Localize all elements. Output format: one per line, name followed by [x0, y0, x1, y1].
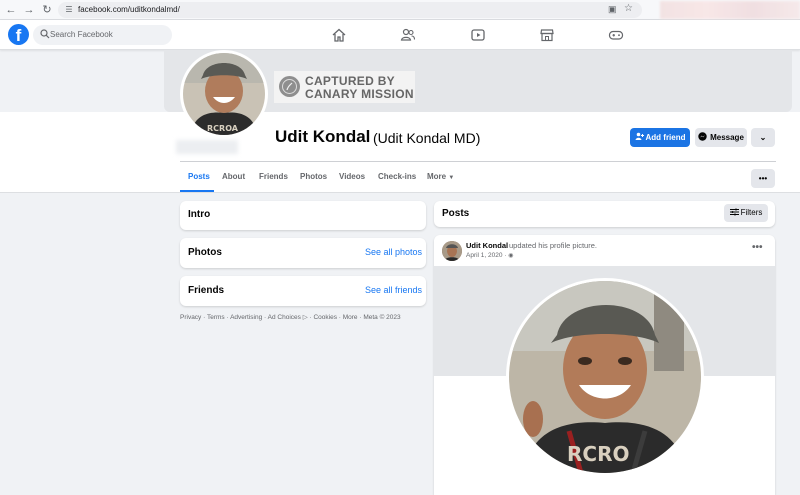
- search-input[interactable]: Search Facebook: [33, 25, 172, 45]
- post-author-name[interactable]: Udit Kondal: [466, 241, 508, 251]
- see-all-friends-link[interactable]: See all friends: [365, 284, 422, 296]
- filters-icon: [729, 208, 739, 216]
- gaming-icon[interactable]: [608, 27, 624, 43]
- friends-icon[interactable]: [400, 27, 416, 43]
- svg-text:RCROA: RCROA: [207, 124, 239, 133]
- facebook-top-nav: f Search Facebook: [0, 20, 800, 50]
- active-tab-indicator: [180, 190, 214, 192]
- tab-photos[interactable]: Photos: [300, 169, 327, 185]
- posts-title: Posts: [442, 208, 470, 219]
- intro-title: Intro: [188, 209, 211, 220]
- messenger-icon: [698, 132, 707, 141]
- marketplace-icon[interactable]: [539, 27, 555, 43]
- watermark-line-2: CANARY MISSION: [305, 87, 414, 101]
- profile-name: Udit Kondal: [275, 127, 371, 146]
- post-options-icon[interactable]: •••: [752, 243, 763, 253]
- watch-video-icon[interactable]: [470, 27, 486, 43]
- filters-label: Filters: [740, 208, 763, 217]
- back-icon[interactable]: ←: [4, 3, 18, 17]
- tab-about[interactable]: About: [222, 169, 245, 185]
- search-icon: [40, 29, 50, 39]
- search-placeholder: Search Facebook: [50, 30, 113, 39]
- tab-more[interactable]: More ▼: [427, 169, 454, 186]
- post-profile-picture[interactable]: RCRO: [506, 278, 704, 476]
- forward-icon[interactable]: →: [22, 3, 36, 17]
- blurred-extension-area: [660, 1, 800, 19]
- header-divider: [180, 161, 776, 162]
- reload-icon[interactable]: ↻: [40, 3, 54, 17]
- see-all-photos-link[interactable]: See all photos: [365, 246, 422, 258]
- post-date-text: April 1, 2020 ·: [466, 252, 509, 259]
- more-dots-icon: •••: [758, 174, 768, 183]
- bookmark-star-icon[interactable]: ☆: [624, 3, 634, 14]
- url-text[interactable]: facebook.com/uditkondalmd/: [78, 4, 180, 16]
- add-person-icon: [635, 132, 644, 140]
- tab-overflow-button[interactable]: •••: [751, 169, 775, 188]
- message-button[interactable]: Message: [695, 128, 747, 147]
- intro-card: Intro: [180, 201, 426, 230]
- tab-checkins[interactable]: Check-ins: [378, 169, 416, 185]
- post-author-avatar[interactable]: [442, 241, 462, 261]
- tab-videos[interactable]: Videos: [339, 169, 365, 185]
- caret-down-icon: ▼: [448, 175, 455, 181]
- profile-alternate-name: (Udit Kondal MD): [373, 130, 481, 146]
- photos-card: Photos See all photos: [180, 238, 426, 268]
- add-friend-label: Add friend: [645, 133, 686, 142]
- footer-links[interactable]: Privacy · Terms · Advertising · Ad Choic…: [180, 313, 401, 322]
- watermark-stamp: CAPTURED BY CANARY MISSION: [274, 71, 415, 103]
- watermark-logo-icon: [279, 76, 300, 97]
- filters-button[interactable]: Filters: [724, 204, 768, 222]
- address-bar[interactable]: ☰ facebook.com/uditkondalmd/ ▣ ☆: [58, 2, 642, 18]
- blurred-subtitle: [176, 140, 238, 154]
- tab-posts[interactable]: Posts: [188, 169, 210, 185]
- public-globe-icon: ◉: [508, 253, 514, 259]
- profile-avatar[interactable]: RCROA: [180, 50, 268, 138]
- add-friend-button[interactable]: Add friend: [630, 128, 690, 147]
- tab-friends[interactable]: Friends: [259, 169, 288, 185]
- tab-more-label: More: [427, 172, 447, 181]
- home-icon[interactable]: [331, 27, 347, 43]
- profile-options-button[interactable]: ⌄: [751, 128, 775, 147]
- facebook-logo-icon[interactable]: f: [8, 24, 29, 45]
- friends-card-title: Friends: [188, 285, 225, 296]
- photos-card-title: Photos: [188, 247, 222, 258]
- browser-toolbar: ← → ↻ ☰ facebook.com/uditkondalmd/ ▣ ☆: [0, 0, 800, 20]
- svg-text:RCRO: RCRO: [567, 442, 629, 466]
- site-info-icon[interactable]: ☰: [64, 5, 74, 15]
- cast-icon[interactable]: ▣: [608, 4, 618, 14]
- post-action-text: updated his profile picture.: [509, 241, 597, 250]
- friends-card: Friends See all friends: [180, 276, 426, 306]
- message-label: Message: [710, 133, 744, 142]
- chevron-down-icon: ⌄: [759, 133, 767, 142]
- post-date[interactable]: April 1, 2020 · ◉: [466, 251, 514, 261]
